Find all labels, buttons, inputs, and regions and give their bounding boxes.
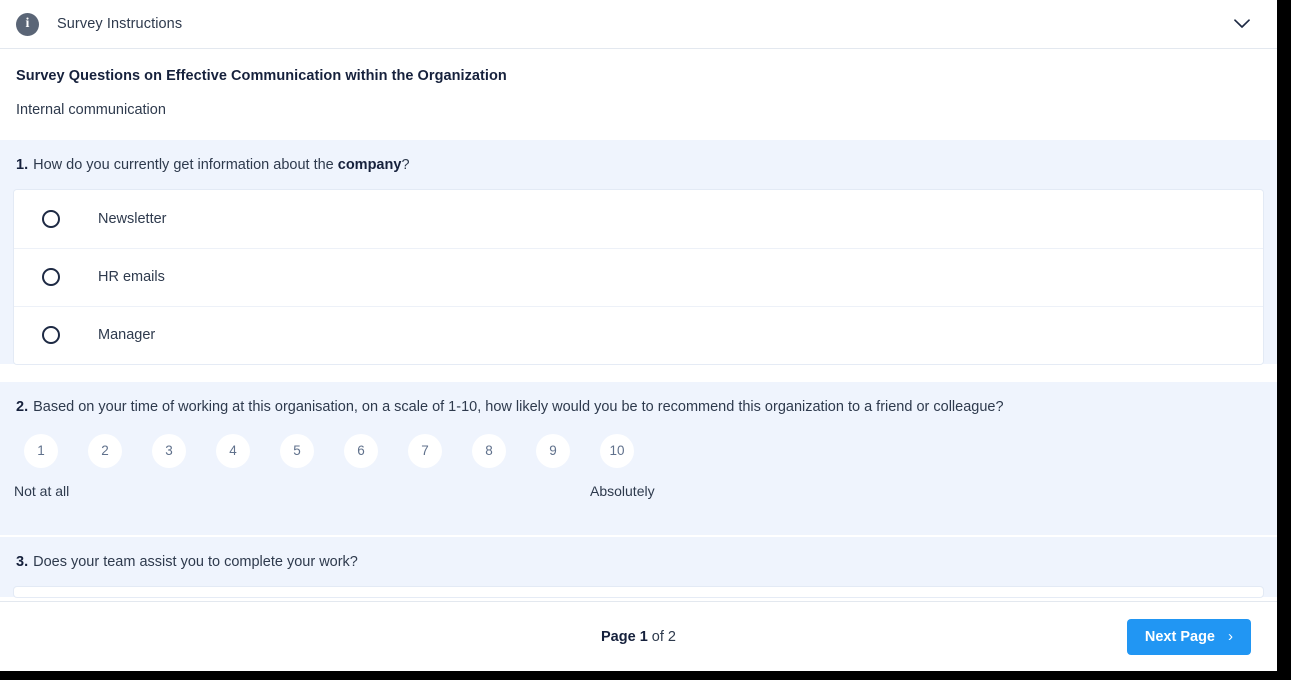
rating-item: 9 (521, 433, 585, 468)
rating-option[interactable]: 9 (536, 433, 570, 468)
option-row[interactable]: Manager (14, 305, 1263, 364)
rating-item: 4 (201, 433, 265, 468)
page-status-prefix: Page (601, 628, 640, 645)
rating-item: 8 (457, 433, 521, 468)
question-prompt-2: 2. Based on your time of working at this … (0, 398, 1277, 417)
pagination-footer: Page 1 of 2 Next Page › (0, 601, 1277, 671)
options-card-3 (14, 586, 1263, 597)
question-text-1: How do you currently get information abo… (33, 157, 338, 173)
rating-legend-high: Absolutely (590, 482, 655, 499)
question-number-1: 1. (16, 157, 29, 173)
rating-option[interactable]: 6 (344, 433, 378, 468)
info-icon: i (16, 12, 39, 36)
question-text-1-tail: ? (401, 157, 410, 173)
radio-icon[interactable] (42, 326, 60, 345)
rating-legend-low: Not at all (14, 482, 70, 499)
rating-item: 1 (9, 433, 73, 468)
option-row[interactable]: HR emails (14, 247, 1263, 306)
question-text-3: Does your team assist you to complete yo… (33, 553, 358, 570)
question-block-2: 2. Based on your time of working at this … (0, 379, 1277, 535)
question-prompt-1: 1. How do you currently get information a… (0, 156, 1277, 175)
rating-item: 3 (137, 433, 201, 468)
option-label: Newsletter (98, 210, 167, 227)
page-status: Page 1 of 2 (601, 629, 676, 645)
rating-option[interactable]: 4 (216, 433, 250, 468)
rating-item: 5 (265, 433, 329, 468)
radio-icon[interactable] (42, 209, 60, 228)
next-page-button[interactable]: Next Page › (1126, 618, 1251, 655)
rating-item: 10 (585, 433, 649, 468)
question-text-2: Based on your time of working at this or… (33, 398, 1004, 415)
page-status-current: Page 1 (601, 629, 648, 645)
question-number-3: 3. (16, 553, 29, 570)
option-row[interactable]: Newsletter (14, 189, 1263, 248)
question-block-3: 3. Does your team assist you to complete … (0, 534, 1277, 597)
rating-option[interactable]: 1 (24, 433, 58, 468)
questions-list: 1. How do you currently get information a… (0, 140, 1277, 601)
question-text-1-emphasis: company (337, 157, 402, 173)
option-label: Manager (98, 327, 156, 344)
rating-item: 2 (73, 433, 137, 468)
options-card-1: Newsletter HR emails Manager (14, 189, 1263, 364)
radio-icon[interactable] (42, 268, 60, 287)
survey-intro: Survey Questions on Effective Communicat… (0, 49, 1277, 140)
survey-instructions-header[interactable]: i Survey Instructions (0, 0, 1277, 49)
question-prompt-3: 3. Does your team assist you to complete … (0, 553, 1277, 572)
next-page-label: Next Page (1144, 628, 1215, 645)
survey-heading: Survey Questions on Effective Communicat… (16, 68, 507, 84)
question-number-2: 2. (16, 398, 29, 415)
rating-item: 6 (329, 433, 393, 468)
option-label: HR emails (98, 269, 165, 286)
page-status-suffix: of 2 (647, 628, 676, 645)
rating-option[interactable]: 5 (280, 433, 314, 468)
rating-option[interactable]: 7 (408, 433, 442, 468)
question-block-1: 1. How do you currently get information a… (0, 140, 1277, 364)
rating-scale: 1 2 3 4 5 6 7 8 9 10 (0, 433, 1277, 468)
chevron-right-icon: › (1228, 628, 1233, 645)
survey-window: i Survey Instructions Survey Questions o… (0, 0, 1277, 671)
page-status-number: 1 (639, 628, 648, 645)
rating-option[interactable]: 2 (88, 433, 122, 468)
chevron-down-icon[interactable] (1229, 11, 1255, 37)
rating-item: 7 (393, 433, 457, 468)
rating-option[interactable]: 8 (472, 433, 506, 468)
survey-instructions-title: Survey Instructions (57, 16, 183, 32)
rating-option[interactable]: 3 (152, 433, 186, 468)
rating-option[interactable]: 10 (600, 433, 634, 468)
rating-legend: Not at all Absolutely (0, 481, 1277, 535)
survey-subheading: Internal communication (16, 102, 166, 118)
